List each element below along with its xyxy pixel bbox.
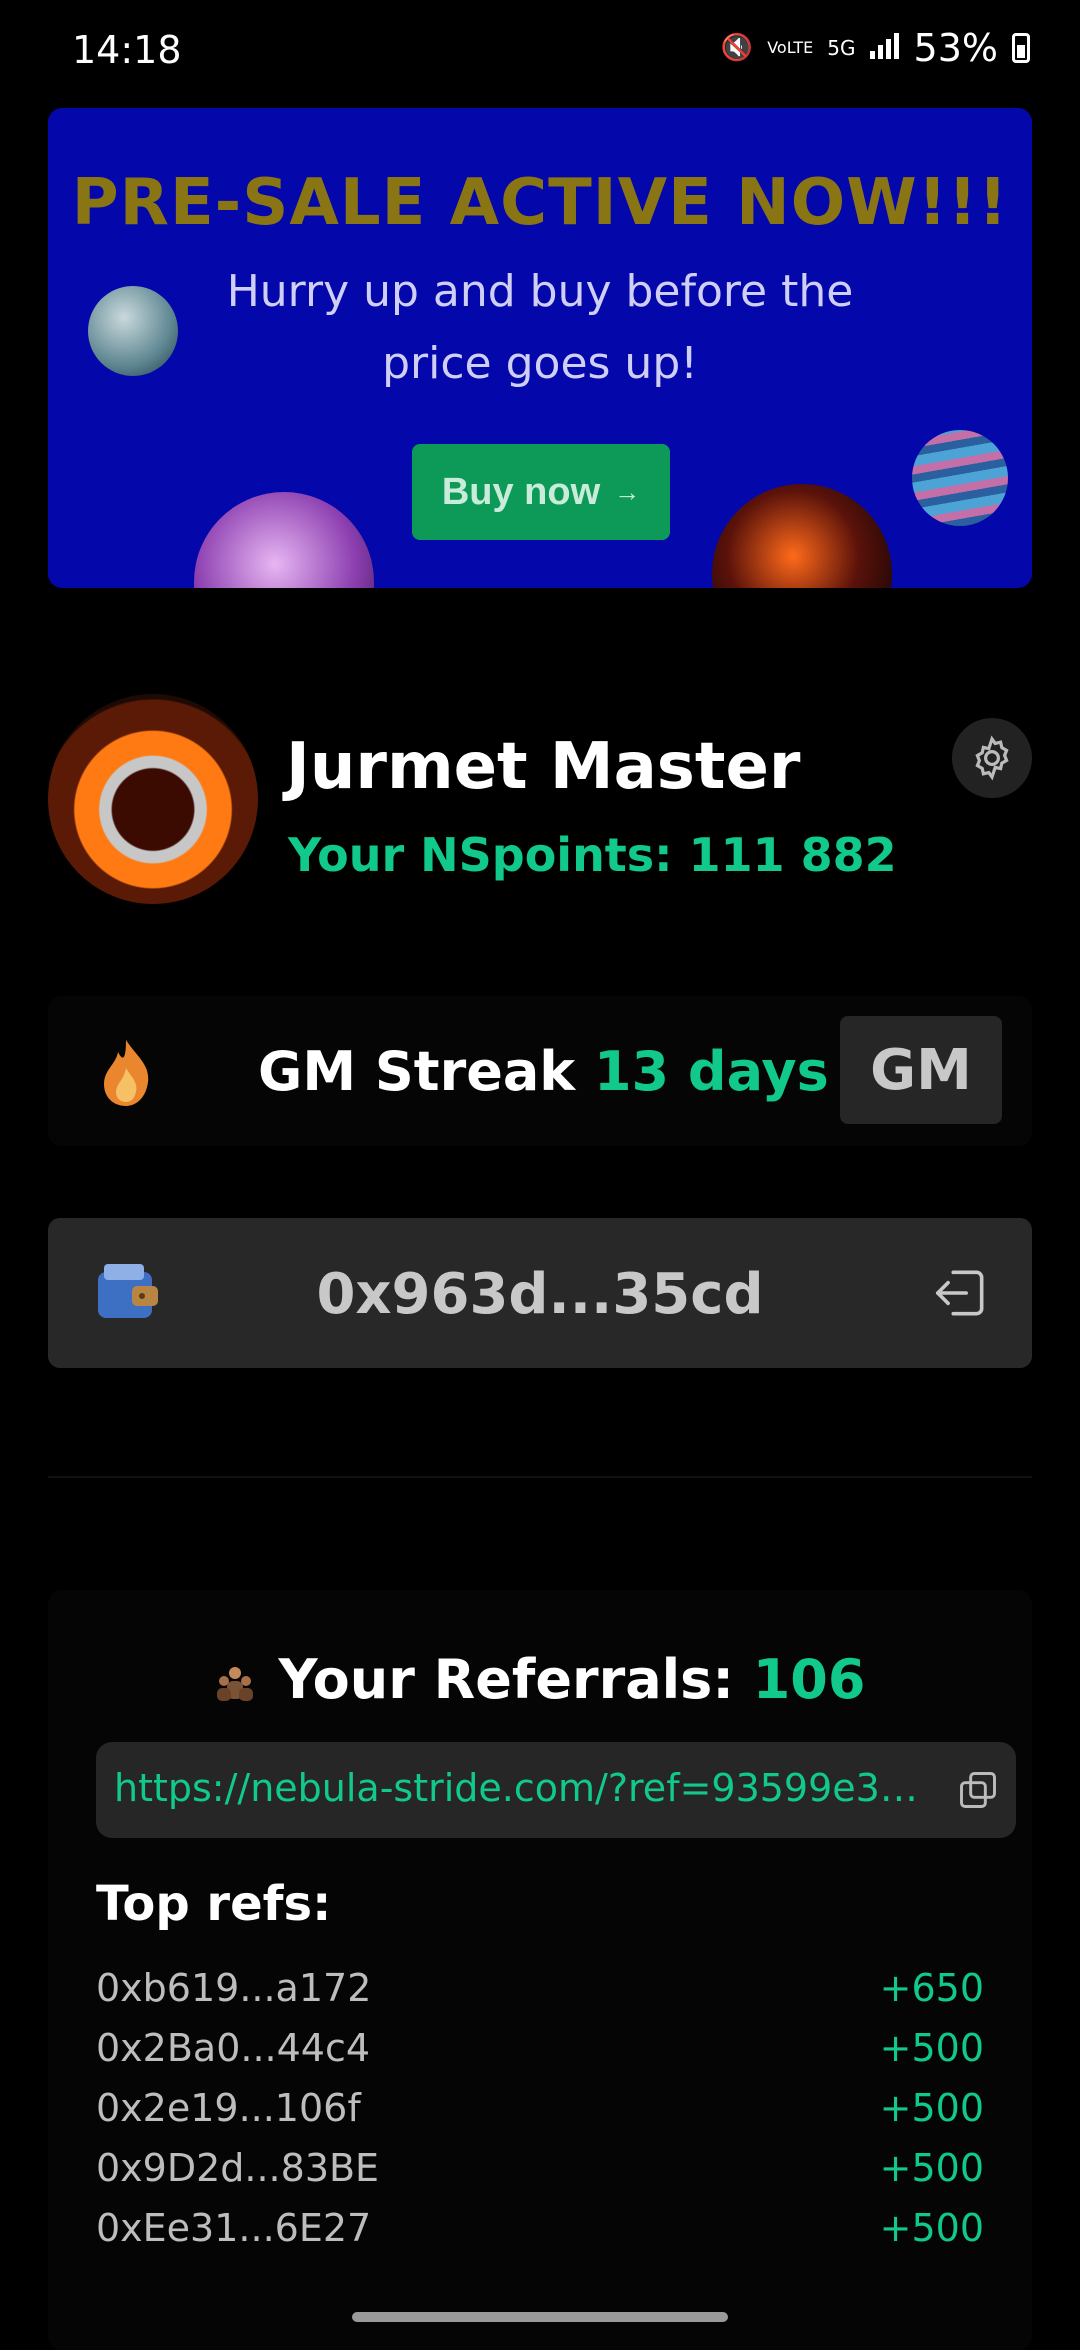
arrow-right-icon: → [614,476,641,507]
referrals-card: Your Referrals: 106 https://nebula-strid… [48,1590,1032,2350]
buy-now-button[interactable]: Buy now → [412,444,670,540]
gm-button[interactable]: GM [840,1016,1002,1124]
status-icons: 🔇 VoLTE 5G 53% [721,26,1030,70]
ref-address: 0x9D2d...83BE [96,2146,380,2190]
flame-icon [104,1040,149,1106]
volte-icon: VoLTE [767,38,814,57]
streak-value: 13 days [593,1040,829,1103]
battery-icon [1012,33,1030,63]
referrals-title-label: Your Referrals: [278,1648,734,1711]
home-indicator[interactable] [352,2312,728,2322]
wallet-card[interactable]: 0x963d...35cd [48,1218,1032,1368]
status-time: 14:18 [72,28,182,72]
planet-image [712,484,892,588]
list-item: 0x9D2d...83BE +500 [96,2146,984,2206]
avatar [48,694,258,904]
referral-link-field[interactable]: https://nebula-stride.com/?ref=93599e319… [96,1742,1016,1838]
list-item: 0xEe31...6E27 +500 [96,2206,984,2266]
top-refs-list: 0xb619...a172 +650 0x2Ba0...44c4 +500 0x… [96,1966,984,2266]
referrals-title: Your Referrals: 106 [48,1648,1032,1711]
referral-link[interactable]: https://nebula-stride.com/?ref=93599e319… [114,1766,934,1810]
ref-points: +500 [879,2146,984,2190]
buy-now-label: Buy now [441,470,601,513]
planet-image [912,430,1008,526]
ref-points: +500 [879,2206,984,2250]
wallet-address: 0x963d...35cd [316,1262,764,1327]
list-item: 0xb619...a172 +650 [96,1966,984,2026]
copy-icon[interactable] [956,1768,1000,1812]
mute-icon: 🔇 [720,33,754,63]
banner-title: PRE-SALE ACTIVE NOW!!! [71,166,1009,240]
battery-percent: 53% [913,26,998,70]
planet-image [194,492,374,588]
settings-button[interactable] [952,718,1032,798]
streak-label: GM Streak [258,1040,576,1103]
ref-points: +500 [879,2086,984,2130]
streak-text: GM Streak 13 days [258,1040,829,1103]
logout-icon[interactable] [930,1262,992,1324]
profile-name: Jurmet Master [286,730,801,804]
gm-streak-card: GM Streak 13 days GM [48,996,1032,1146]
top-refs-label: Top refs: [96,1876,332,1932]
ref-address: 0x2Ba0...44c4 [96,2026,371,2070]
divider [48,1476,1032,1478]
ref-address: 0xEe31...6E27 [96,2206,372,2250]
list-item: 0x2Ba0...44c4 +500 [96,2026,984,2086]
settings-gear-icon [975,735,1009,781]
referrals-count: 106 [752,1648,866,1711]
presale-banner: PRE-SALE ACTIVE NOW!!! Hurry up and buy … [48,108,1032,588]
ref-address: 0x2e19...106f [96,2086,361,2130]
ref-points: +500 [879,2026,984,2070]
ref-address: 0xb619...a172 [96,1966,372,2010]
ref-points: +650 [879,1966,984,2010]
people-icon [216,1667,253,1702]
signal-icon [869,32,900,64]
profile-points: Your NSpoints: 111 882 [288,828,897,882]
5g-icon: 5G [827,36,856,60]
banner-subtitle: Hurry up and buy before the price goes u… [226,266,854,389]
list-item: 0x2e19...106f +500 [96,2086,984,2146]
planet-image [88,286,178,376]
